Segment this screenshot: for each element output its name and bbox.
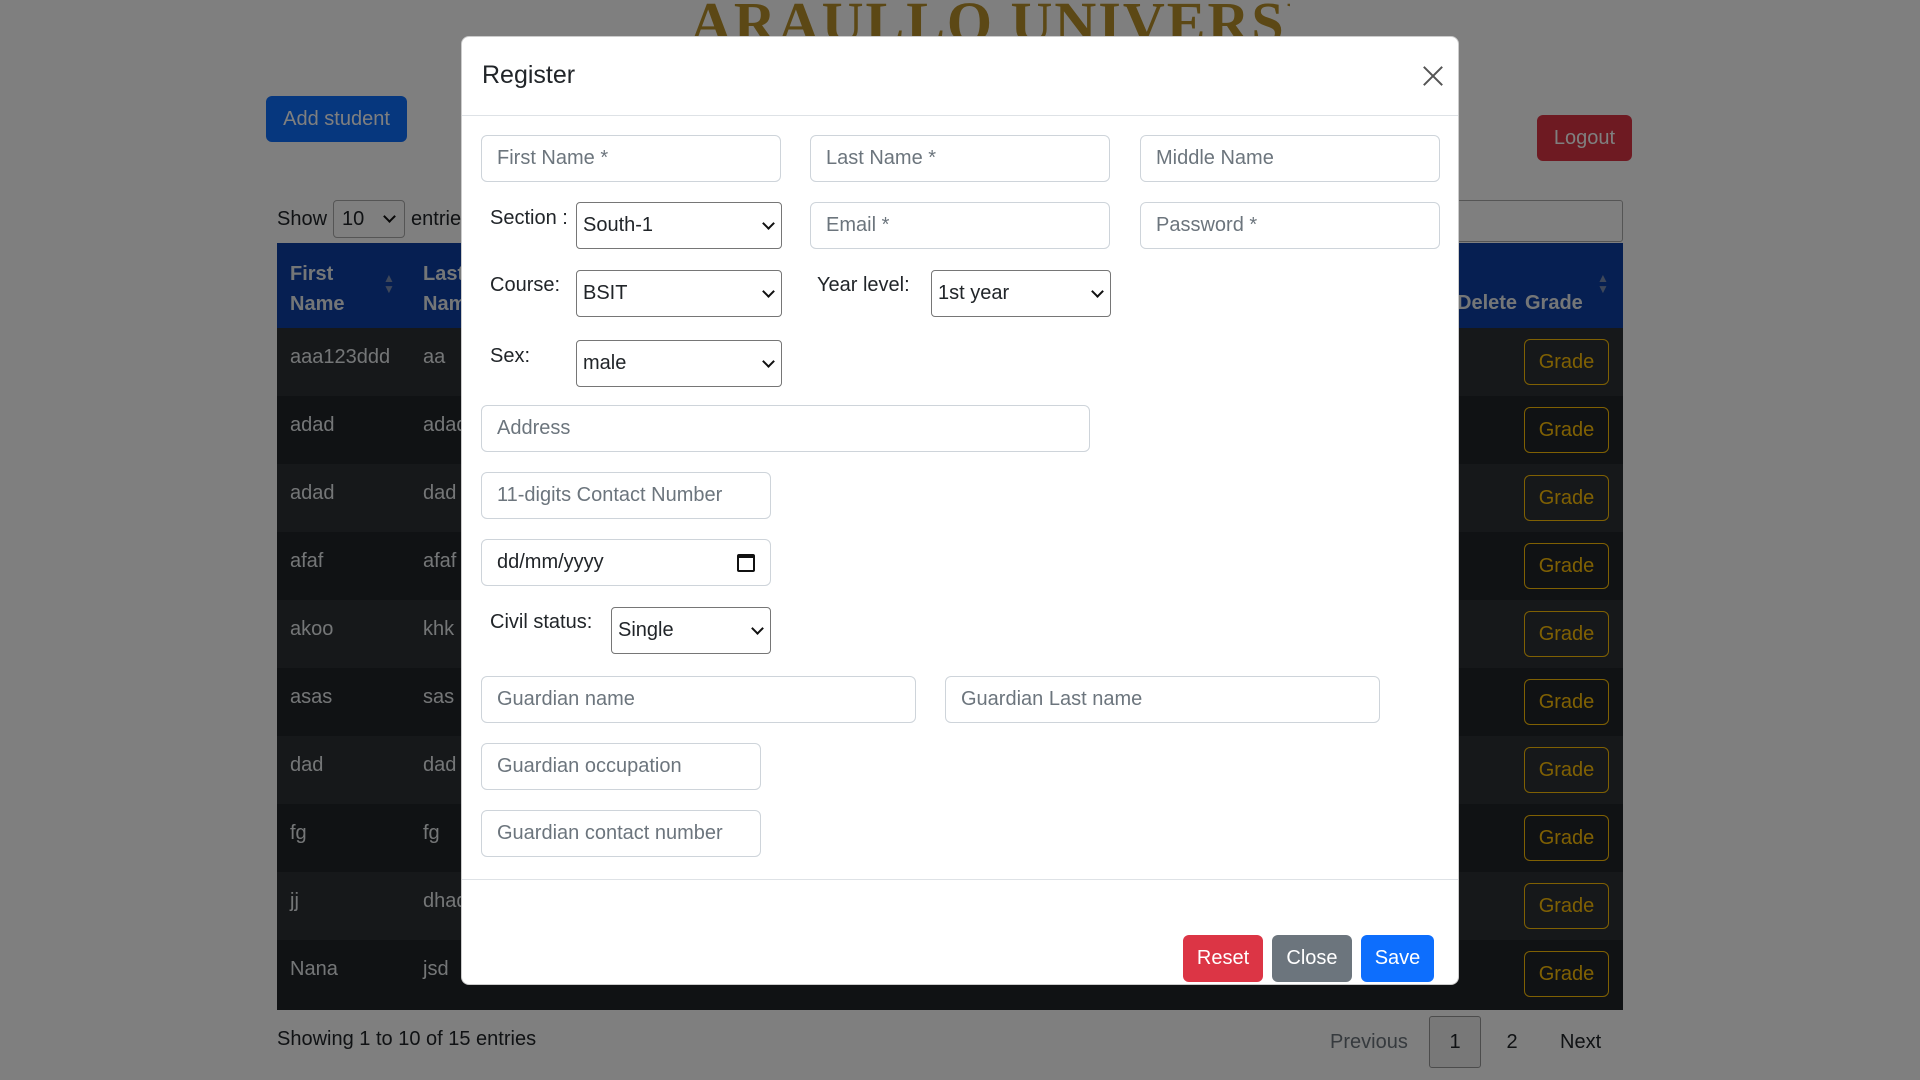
chevron-down-icon [1090,287,1104,301]
password-input[interactable]: Password * [1140,202,1440,249]
register-modal: Register First Name * Last Name * Middle… [461,36,1459,985]
guardian-contact-placeholder: Guardian contact number [497,822,723,844]
chevron-down-icon [761,219,775,233]
save-button[interactable]: Save [1361,935,1434,982]
chevron-down-icon [750,624,764,638]
address-input[interactable]: Address [481,405,1090,452]
year-level-select[interactable]: 1st year [931,270,1111,317]
middle-name-input[interactable]: Middle Name [1140,135,1440,182]
course-label: Course: [490,274,561,296]
email-placeholder: Email * [826,214,890,236]
section-value: South-1 [583,214,654,236]
last-name-placeholder: Last Name * [826,147,937,169]
section-select[interactable]: South-1 [576,202,782,249]
guardian-contact-input[interactable]: Guardian contact number [481,810,761,857]
birthdate-placeholder: dd/mm/yyyy [497,551,604,573]
reset-button[interactable]: Reset [1183,935,1263,982]
year-level-value: 1st year [938,282,1010,304]
civil-status-value: Single [618,619,674,641]
modal-title: Register [482,61,576,89]
sex-select[interactable]: male [576,340,782,387]
year-level-label: Year level: [817,274,910,296]
guardian-occupation-input[interactable]: Guardian occupation [481,743,761,790]
guardian-last-name-placeholder: Guardian Last name [961,688,1143,710]
close-button[interactable]: Close [1272,935,1352,982]
section-label: Section : [490,207,568,229]
guardian-name-placeholder: Guardian name [497,688,635,710]
course-value: BSIT [583,282,628,304]
chevron-down-icon [761,287,775,301]
email-input[interactable]: Email * [810,202,1110,249]
sex-label: Sex: [490,345,531,367]
guardian-last-name-input[interactable]: Guardian Last name [945,676,1380,723]
calendar-icon[interactable] [737,553,755,572]
password-placeholder: Password * [1156,214,1258,236]
course-select[interactable]: BSIT [576,270,782,317]
sex-value: male [583,352,627,374]
modal-header: Register [462,37,1458,116]
civil-status-label: Civil status: [490,611,593,633]
address-placeholder: Address [497,417,571,439]
close-icon[interactable] [1418,61,1448,91]
middle-name-placeholder: Middle Name [1156,147,1274,169]
contact-number-placeholder: 11-digits Contact Number [497,484,723,506]
civil-status-select[interactable]: Single [611,607,771,654]
birthdate-input[interactable]: dd/mm/yyyy [481,539,771,586]
first-name-placeholder: First Name * [497,147,609,169]
chevron-down-icon [761,357,775,371]
guardian-occupation-placeholder: Guardian occupation [497,755,682,777]
first-name-input[interactable]: First Name * [481,135,781,182]
guardian-name-input[interactable]: Guardian name [481,676,916,723]
last-name-input[interactable]: Last Name * [810,135,1110,182]
contact-number-input[interactable]: 11-digits Contact Number [481,472,771,519]
modal-footer: Reset Close Save [462,879,1458,985]
